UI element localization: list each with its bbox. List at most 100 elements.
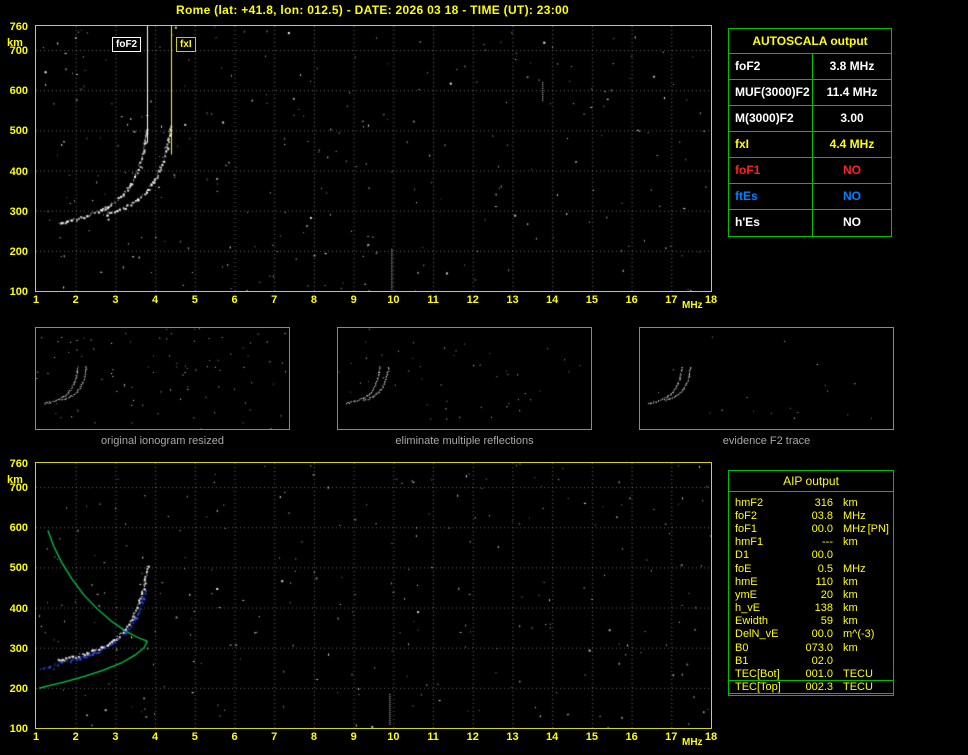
panel-caption-f2-trace: evidence F2 trace — [722, 435, 811, 447]
aip-row: hmF2 316 km — [729, 496, 893, 509]
y-axis-tick-label: 500 — [9, 125, 28, 138]
autoscala-param-name: foF2 — [729, 54, 813, 79]
autoscala-row: h'Es NO — [729, 210, 891, 236]
aip-param-unit: MHz — [843, 562, 866, 575]
aip-param-name: hmF2 — [735, 496, 764, 509]
x-axis-tick-label: 4 — [152, 294, 159, 306]
x-axis-tick-label: 12 — [466, 294, 479, 306]
x-axis-tick-label: 6 — [231, 294, 238, 306]
y-axis-tick-label: 200 — [9, 682, 28, 695]
aip-row: B0 073.0 km — [729, 641, 893, 654]
autoscala-param-value: NO — [843, 189, 861, 203]
aip-row: hmE 110 km — [729, 575, 893, 588]
aip-param-name: B1 — [735, 654, 749, 667]
ionogram-plot-top: foF2 fxI — [35, 25, 712, 292]
x-axis-tick-label: 2 — [72, 294, 79, 306]
aip-row: TEC[Top] 002.3 TECU — [729, 681, 893, 694]
x-axis-tick-label: 11 — [427, 731, 439, 743]
aip-param-unit: km — [843, 615, 858, 628]
fof2-marker-label: foF2 — [112, 37, 142, 52]
aip-param-value: 0.5 — [817, 562, 833, 575]
autoscala-param-value: 3.8 MHz — [829, 59, 875, 73]
panel-caption-reflections: eliminate multiple reflections — [395, 435, 534, 447]
aip-table-header: AIP output — [729, 471, 893, 492]
aip-output-table: AIP output hmF2 316 km foF2 03.8 MHz foF1 00.0 M… — [728, 470, 894, 696]
aip-row: foF2 03.8 MHz — [729, 509, 893, 522]
autoscala-param-name: h'Es — [729, 210, 813, 236]
panel-eliminate-reflections — [337, 327, 592, 430]
x-axis-tick-label: 6 — [231, 731, 238, 743]
autoscala-row: fxI 4.4 MHz — [729, 132, 891, 158]
y-axis-tick-label: 300 — [9, 642, 28, 655]
aip-param-name: D1 — [735, 549, 750, 562]
aip-row: DelN_vE 00.0 m^(-3) — [729, 628, 893, 641]
aip-param-value: --- — [822, 536, 833, 549]
x-axis-tick-label: 8 — [310, 731, 317, 743]
plot-bottom-mhz-unit-label: MHz — [682, 737, 703, 748]
x-axis-tick-label: 13 — [506, 294, 519, 306]
panel-caption-original: original ionogram resized — [101, 435, 224, 447]
aip-param-value: 073.0 — [805, 641, 833, 654]
autoscala-table-header: AUTOSCALA output — [729, 29, 891, 54]
x-axis-tick-label: 1 — [32, 731, 40, 743]
y-axis-tick-label: 500 — [9, 562, 28, 575]
x-axis-tick-label: 18 — [704, 294, 718, 306]
autoscala-param-value: NO — [843, 163, 861, 177]
aip-param-name: foF2 — [735, 509, 758, 522]
x-axis-tick-label: 17 — [665, 731, 678, 743]
aip-param-value: 59 — [820, 615, 833, 628]
autoscala-param-name: MUF(3000)F2 — [729, 80, 813, 105]
plot-bottom-x-axis: 1 2 3 4 5 6 7 8 9 10 11 12 13 14 15 16 17 18 — [32, 731, 717, 745]
plot-bottom-y-axis: 760 700 600 500 400 300 200 100 — [0, 458, 31, 735]
aip-param-unit: km — [843, 602, 858, 615]
x-axis-tick-label: 15 — [585, 294, 598, 306]
aip-row: hmF1 --- km — [729, 536, 893, 549]
x-axis-tick-label: 7 — [271, 294, 278, 306]
autoscala-row: foF2 3.8 MHz — [729, 54, 891, 80]
ionogram-canvas-bottom — [36, 463, 711, 728]
y-axis-tick-label: 760 — [9, 458, 28, 470]
autoscala-row: MUF(3000)F2 11.4 MHz — [729, 80, 891, 106]
aip-param-unit: km — [843, 588, 858, 601]
y-axis-tick-label: 400 — [9, 165, 28, 178]
aip-row: Ewidth 59 km — [729, 615, 893, 628]
aip-row: h_vE 138 km — [729, 602, 893, 615]
autoscala-param-name: ftEs — [729, 184, 813, 209]
ionogram-plot-bottom — [35, 462, 712, 729]
aip-param-value: 02.0 — [811, 654, 833, 667]
x-axis-tick-label: 16 — [625, 731, 638, 743]
autoscala-param-name: foF1 — [729, 158, 813, 183]
x-axis-tick-label: 4 — [152, 731, 159, 743]
aip-param-unit: m^(-3) — [843, 628, 875, 641]
page-title: Rome (lat: +41.8, lon: 012.5) - DATE: 20… — [176, 3, 569, 17]
panel-original-ionogram — [35, 327, 290, 430]
aip-param-name: Ewidth — [735, 615, 769, 628]
aip-row: foF1 00.0 MHz [PN] — [729, 522, 893, 535]
aip-param-name: ymE — [735, 588, 757, 601]
y-axis-tick-label: 300 — [9, 205, 28, 218]
x-axis-tick-label: 10 — [387, 731, 400, 743]
panel-evidence-f2-trace — [639, 327, 894, 430]
x-axis-tick-label: 9 — [350, 294, 357, 306]
aip-param-value: 001.0 — [805, 667, 833, 680]
autoscala-param-value: 3.00 — [840, 111, 864, 125]
x-axis-tick-label: 5 — [191, 731, 198, 743]
x-axis-tick-label: 11 — [427, 294, 439, 306]
y-axis-tick-label: 760 — [9, 21, 28, 33]
aip-param-unit: km — [843, 496, 858, 509]
x-axis-tick-label: 17 — [665, 294, 678, 306]
aip-param-value: 002.3 — [805, 680, 833, 693]
aip-param-name: hmE — [735, 575, 758, 588]
autoscala-row: ftEs NO — [729, 184, 891, 210]
aip-param-unit: TECU — [843, 667, 873, 680]
x-axis-tick-label: 9 — [350, 731, 357, 743]
x-axis-tick-label: 12 — [466, 731, 479, 743]
x-axis-tick-label: 5 — [191, 294, 198, 306]
aip-param-name: foE — [735, 562, 752, 575]
aip-param-value: 00.0 — [811, 549, 833, 562]
x-axis-tick-label: 14 — [546, 731, 559, 743]
y-axis-tick-label: 600 — [9, 522, 28, 535]
aip-param-name: B0 — [735, 641, 749, 654]
x-axis-tick-label: 3 — [112, 731, 119, 743]
x-axis-tick-label: 3 — [112, 294, 119, 306]
